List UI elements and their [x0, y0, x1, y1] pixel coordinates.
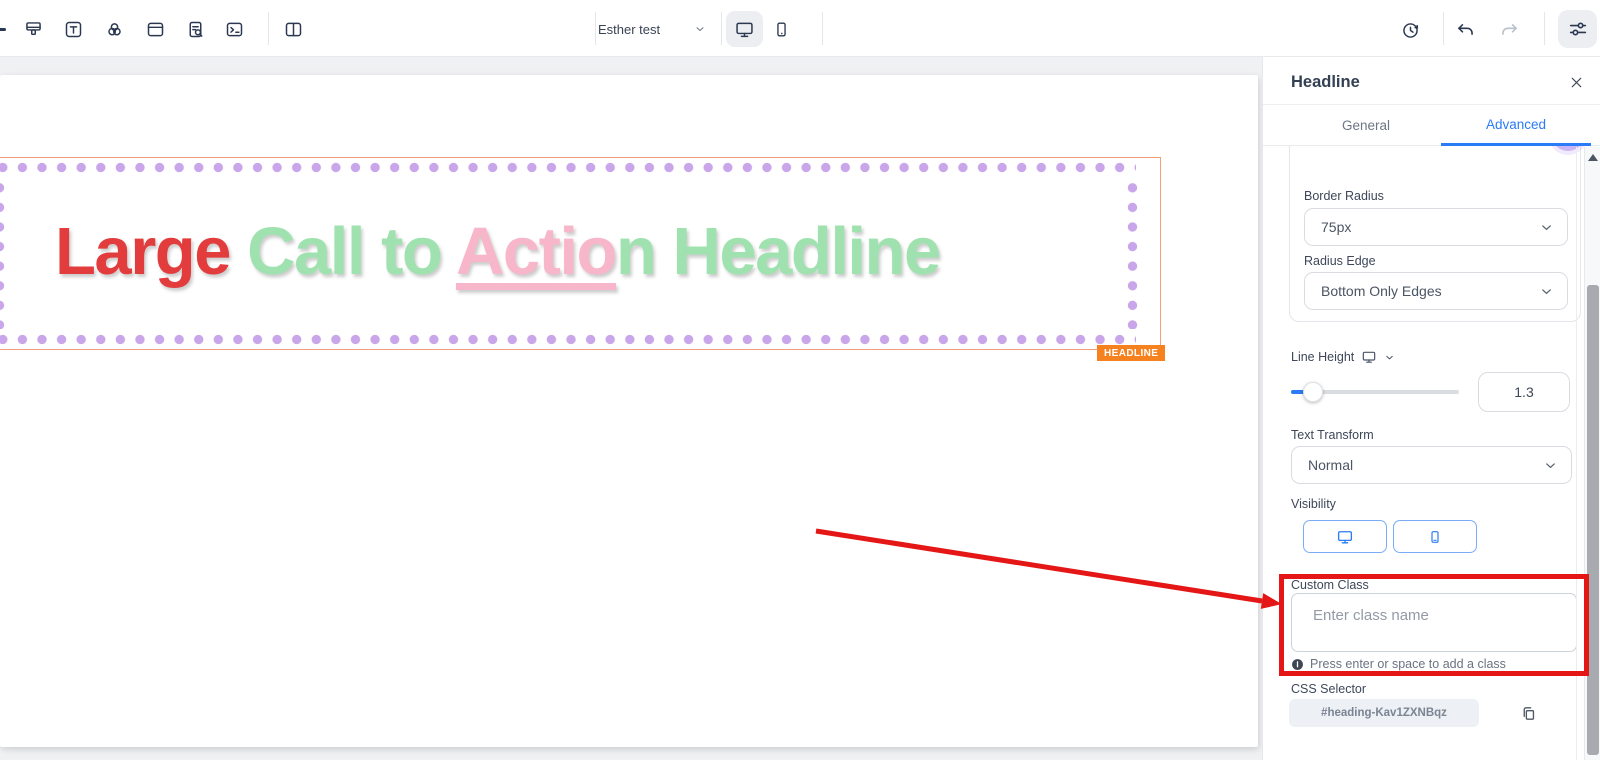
canvas-page[interactable]: Large Call to Action Headline HEADLINE — [0, 75, 1258, 747]
close-icon[interactable] — [1565, 71, 1587, 93]
border-radius-value: 75px — [1321, 219, 1351, 235]
headline-segment: Large — [55, 214, 247, 289]
chevron-down-icon — [694, 23, 706, 35]
chevron-down-icon — [1543, 458, 1558, 473]
history-icon[interactable] — [1396, 16, 1424, 44]
info-icon — [1291, 658, 1304, 671]
css-selector-label: CSS Selector — [1291, 682, 1366, 696]
divider — [721, 12, 722, 45]
headline-element[interactable]: Large Call to Action Headline — [55, 208, 940, 295]
dotted-border-bottom — [0, 334, 1136, 345]
colors-icon[interactable] — [100, 15, 128, 43]
page-selector-label: Esther test — [598, 22, 660, 37]
undo-icon[interactable] — [1451, 16, 1479, 44]
tab-general[interactable]: General — [1291, 105, 1441, 146]
clipped-edge-icon — [0, 28, 6, 31]
code-icon[interactable] — [220, 15, 248, 43]
dotted-border-left — [0, 178, 5, 329]
text-transform-select[interactable]: Normal — [1291, 446, 1572, 484]
line-height-value[interactable]: 1.3 — [1478, 372, 1570, 412]
brush-icon[interactable] — [19, 15, 47, 43]
slider-thumb[interactable] — [1303, 382, 1323, 402]
chevron-down-icon[interactable] — [1384, 352, 1395, 363]
mobile-icon — [772, 20, 791, 39]
desktop-view-button[interactable] — [726, 11, 763, 47]
desktop-icon — [734, 19, 755, 40]
divider — [1443, 12, 1444, 45]
settings-panel: Headline General Advanced Border Radius … — [1262, 57, 1600, 760]
chevron-down-icon — [1539, 284, 1554, 299]
color-swatch[interactable] — [1552, 146, 1584, 151]
panel-content: Border Radius 75px Radius Edge Bottom On… — [1263, 146, 1600, 760]
top-toolbar: Esther test — [0, 0, 1600, 57]
panel-title: Headline — [1291, 73, 1360, 92]
desktop-icon — [1336, 528, 1354, 546]
line-height-label: Line Height — [1291, 349, 1395, 365]
custom-class-label: Custom Class — [1291, 578, 1369, 592]
typography-icon[interactable] — [59, 15, 87, 43]
dotted-border-right — [1127, 178, 1138, 329]
visibility-desktop-button[interactable] — [1303, 520, 1387, 553]
headline-link-segment[interactable]: Actio — [456, 214, 616, 289]
redo-icon[interactable] — [1495, 16, 1523, 44]
radius-edge-value: Bottom Only Edges — [1321, 283, 1442, 299]
divider — [1544, 12, 1545, 45]
visibility-label: Visibility — [1291, 497, 1336, 511]
scrollbar-up-arrow[interactable] — [1588, 154, 1598, 161]
page-selector[interactable]: Esther test — [598, 14, 706, 44]
browser-icon[interactable] — [141, 15, 169, 43]
border-settings-card: Border Radius 75px Radius Edge Bottom On… — [1289, 146, 1581, 322]
seo-document-icon[interactable] — [181, 15, 209, 43]
panel-tabs: General Advanced — [1263, 105, 1600, 146]
divider — [268, 12, 269, 45]
element-type-badge: HEADLINE — [1097, 345, 1165, 361]
copy-icon[interactable] — [1517, 702, 1539, 724]
border-radius-label: Border Radius — [1304, 189, 1384, 203]
radius-edge-select[interactable]: Bottom Only Edges — [1304, 272, 1568, 310]
divider — [595, 12, 596, 45]
text-transform-value: Normal — [1308, 457, 1353, 473]
headline-segment: Call to — [247, 214, 456, 289]
split-columns-icon[interactable] — [279, 15, 307, 43]
scrollbar-thumb[interactable] — [1587, 285, 1599, 755]
custom-class-input[interactable] — [1291, 593, 1577, 652]
headline-segment: n Headline — [616, 214, 940, 289]
divider — [822, 12, 823, 45]
text-transform-label: Text Transform — [1291, 428, 1374, 442]
settings-sliders-icon[interactable] — [1558, 10, 1597, 48]
border-radius-select[interactable]: 75px — [1304, 208, 1568, 246]
mobile-view-button[interactable] — [768, 14, 794, 44]
divider — [1576, 147, 1577, 760]
custom-class-hint: Press enter or space to add a class — [1291, 657, 1506, 671]
visibility-mobile-button[interactable] — [1393, 520, 1477, 553]
dotted-border-top — [0, 162, 1136, 173]
mobile-icon — [1427, 529, 1443, 545]
panel-scrollbar[interactable] — [1584, 147, 1600, 760]
chevron-down-icon — [1539, 220, 1554, 235]
tab-advanced[interactable]: Advanced — [1441, 105, 1591, 146]
desktop-icon[interactable] — [1361, 349, 1377, 365]
css-selector-value: #heading-Kav1ZXNBqz — [1289, 699, 1479, 727]
radius-edge-label: Radius Edge — [1304, 254, 1376, 268]
